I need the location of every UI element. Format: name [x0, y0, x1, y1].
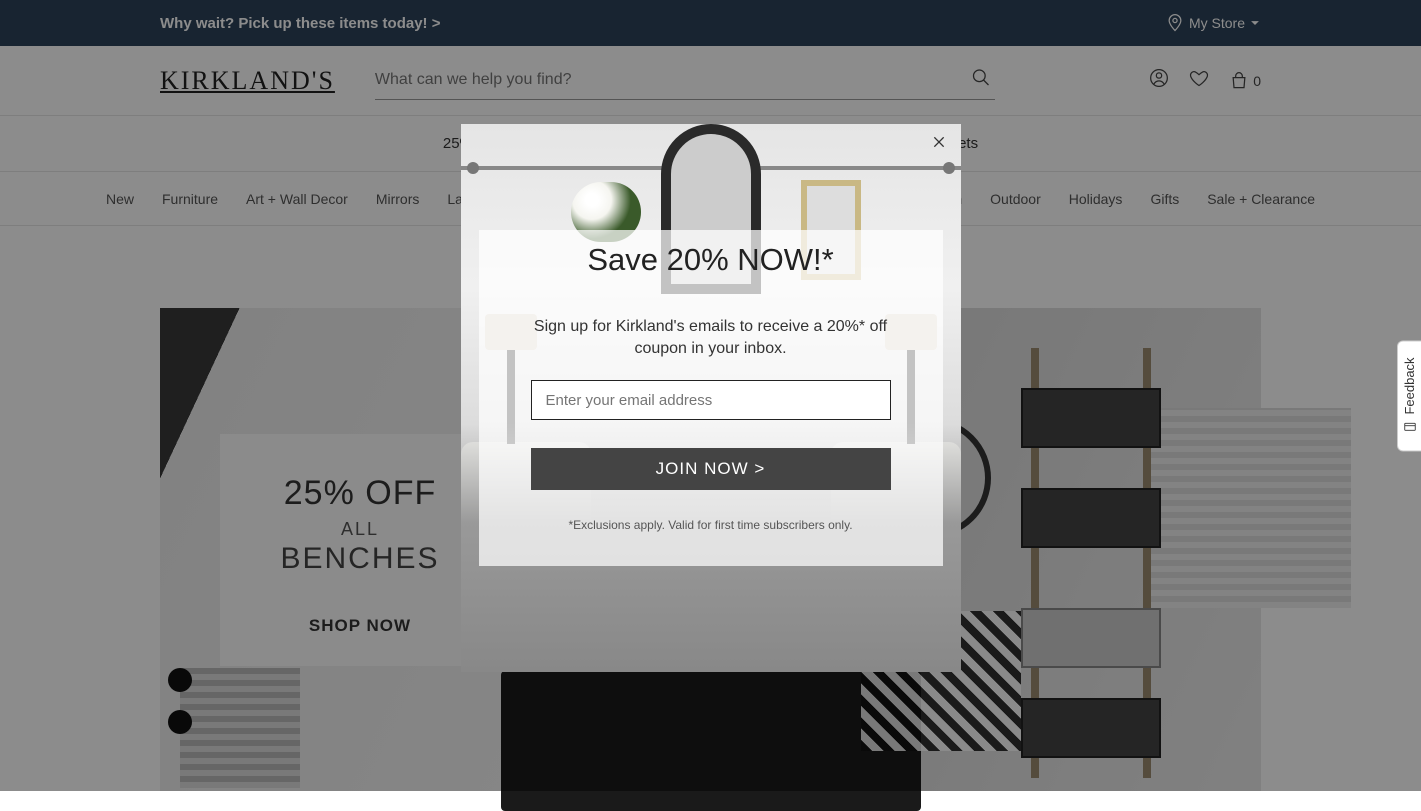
modal-close-button[interactable]	[931, 134, 947, 155]
modal-decor-rod-end-r	[943, 162, 955, 174]
email-input[interactable]	[531, 380, 891, 420]
modal-heading: Save 20% NOW!*	[461, 242, 961, 278]
email-signup-modal: Save 20% NOW!* Sign up for Kirkland's em…	[461, 124, 961, 672]
modal-subheading: Sign up for Kirkland's emails to receive…	[511, 316, 911, 361]
join-now-button[interactable]: JOIN NOW >	[531, 448, 891, 490]
modal-decor-rod-end-l	[467, 162, 479, 174]
feedback-tab[interactable]: Feedback	[1397, 340, 1421, 451]
close-icon	[931, 134, 947, 150]
modal-disclaimer: *Exclusions apply. Valid for first time …	[461, 518, 961, 532]
feedback-icon	[1403, 420, 1417, 434]
feedback-label: Feedback	[1402, 357, 1417, 414]
